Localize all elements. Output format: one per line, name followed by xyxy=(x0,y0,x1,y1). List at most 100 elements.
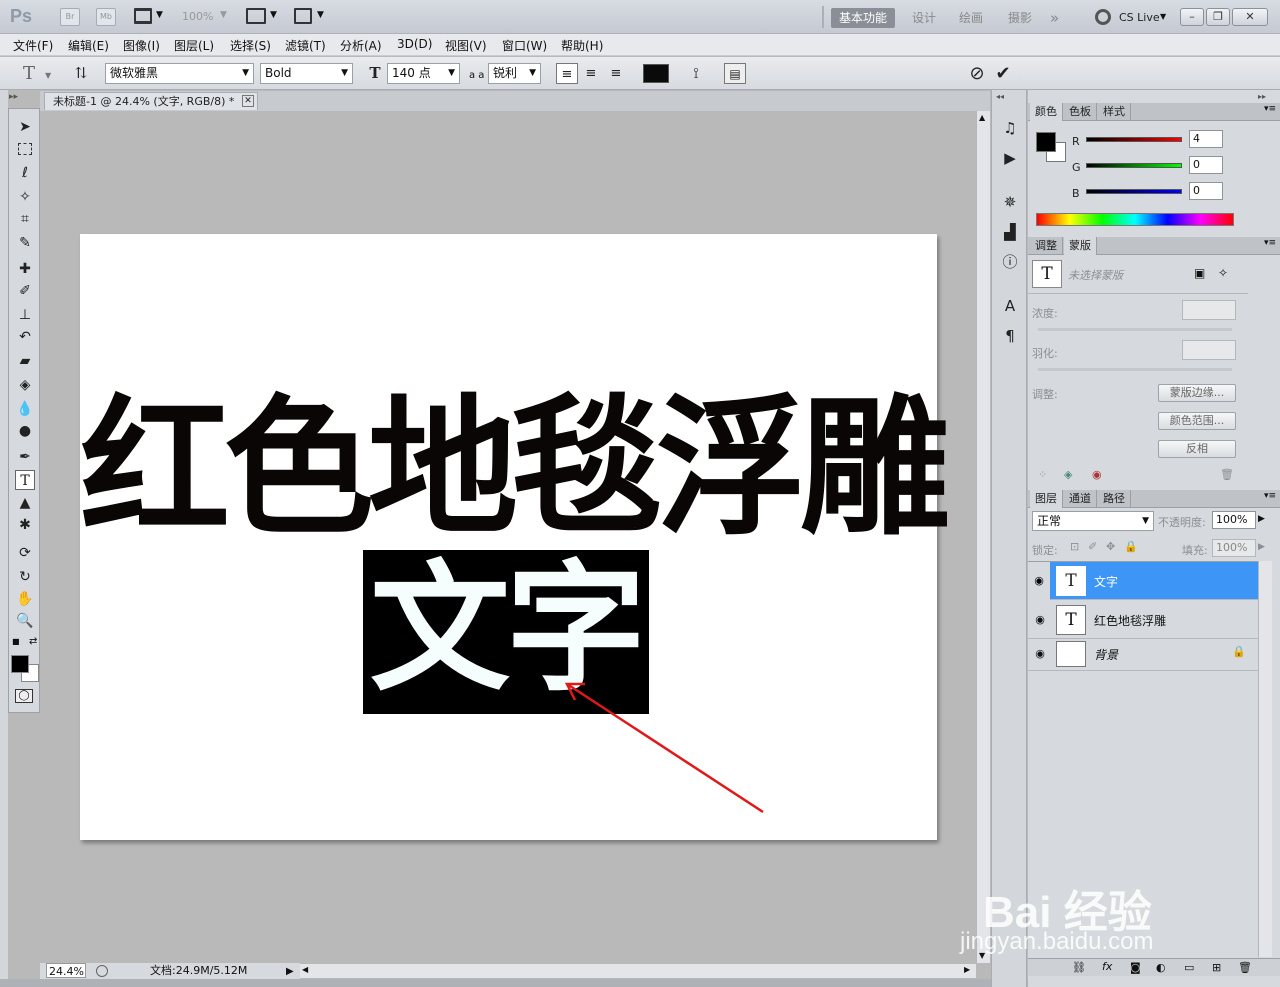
brush-tool-icon[interactable]: ✐ xyxy=(15,281,35,301)
crop-tool-icon[interactable]: ⌗ xyxy=(15,209,35,229)
zoom-level[interactable]: 100% xyxy=(182,10,213,23)
layer-row-background[interactable]: ◉ 背景 🔒 xyxy=(1028,637,1258,671)
character-panel-icon[interactable]: ▤ xyxy=(724,63,746,84)
heading-text-layer[interactable]: 红色地毯浮雕 xyxy=(80,384,950,554)
add-mask-icon[interactable]: ◙ xyxy=(1130,961,1141,974)
mask-edge-button[interactable]: 蒙版边缘... xyxy=(1158,384,1236,402)
delete-mask-icon[interactable]: 🗑 xyxy=(1220,468,1234,481)
pen-tool-icon[interactable]: ✒ xyxy=(15,447,35,467)
tab-channels[interactable]: 通道 xyxy=(1064,490,1097,508)
navigator-panel-icon[interactable]: ✵ xyxy=(1000,192,1020,212)
blue-slider[interactable] xyxy=(1086,189,1182,194)
lock-position-icon[interactable]: ✥ xyxy=(1106,540,1115,553)
layers-scrollbar[interactable] xyxy=(1258,561,1272,957)
pixel-mask-icon[interactable]: ▣ xyxy=(1194,266,1205,280)
workspace-design[interactable]: 设计 xyxy=(912,8,936,28)
menu-3d[interactable]: 3D(D) xyxy=(397,37,432,51)
mini-bridge-button[interactable]: Mb xyxy=(96,8,116,26)
layer-row-text[interactable]: ◉ T 文字 xyxy=(1028,562,1258,600)
menu-select[interactable]: 选择(S) xyxy=(230,37,271,54)
arrange-documents-icon[interactable] xyxy=(246,8,266,24)
scroll-right-icon[interactable]: ▶ xyxy=(964,965,970,974)
fill-slider-icon[interactable]: ▶ xyxy=(1258,542,1265,552)
tab-paths[interactable]: 路径 xyxy=(1098,490,1131,508)
shape-tool-icon[interactable]: ✱ xyxy=(15,515,35,535)
zoom-field[interactable]: 24.4% xyxy=(46,963,86,978)
warp-text-icon[interactable]: ⟟ xyxy=(685,63,707,84)
panel-menu-icon[interactable]: ▾≡ xyxy=(1264,491,1276,501)
lasso-tool-icon[interactable]: ℓ xyxy=(15,163,35,183)
histogram-panel-icon[interactable]: ▟ xyxy=(1000,222,1020,242)
menu-window[interactable]: 窗口(W) xyxy=(502,37,547,54)
scroll-up-icon[interactable]: ▲ xyxy=(979,113,985,122)
lock-pixels-icon[interactable]: ✐ xyxy=(1088,540,1097,553)
tab-adjustments[interactable]: 调整 xyxy=(1030,237,1063,255)
visibility-eye-icon[interactable]: ◉ xyxy=(1028,562,1050,600)
panel-menu-icon[interactable]: ▾≡ xyxy=(1264,238,1276,248)
align-left-icon[interactable]: ≡ xyxy=(556,63,578,84)
workspace-essentials[interactable]: 基本功能 xyxy=(831,8,896,28)
workspace-photography[interactable]: 摄影 xyxy=(1008,8,1032,28)
menu-layer[interactable]: 图层(L) xyxy=(174,37,214,54)
3d-orbit-tool-icon[interactable]: ↻ xyxy=(15,567,35,587)
adjustment-layer-icon[interactable]: ◐ xyxy=(1156,961,1166,974)
red-value-input[interactable]: 4 xyxy=(1189,130,1223,148)
document-tab[interactable]: 未标题-1 @ 24.4% (文字, RGB/8) * ✕ xyxy=(44,92,258,110)
type-tool-icon[interactable]: T xyxy=(15,470,35,490)
vertical-scrollbar[interactable]: ▲ ▼ xyxy=(976,111,990,963)
align-center-icon[interactable]: ≡ xyxy=(580,63,602,84)
commit-icon[interactable]: ✔ xyxy=(992,63,1014,84)
menu-help[interactable]: 帮助(H) xyxy=(561,37,603,54)
layer-row-heading[interactable]: ◉ T 红色地毯浮雕 xyxy=(1028,601,1258,639)
swap-colors-icon[interactable]: ⇄ xyxy=(29,636,37,647)
link-layers-icon[interactable]: ⛓ xyxy=(1072,961,1086,974)
tab-color[interactable]: 颜色 xyxy=(1030,103,1063,121)
info-panel-icon[interactable]: ⓘ xyxy=(1000,252,1020,272)
lock-transparent-icon[interactable]: ⊡ xyxy=(1070,540,1079,553)
panel-menu-icon[interactable]: ▾≡ xyxy=(1264,104,1276,114)
foreground-color-swatch[interactable] xyxy=(11,655,29,673)
new-layer-icon[interactable]: ⊞ xyxy=(1212,961,1221,974)
new-group-icon[interactable]: ▭ xyxy=(1184,961,1194,974)
paint-bucket-tool-icon[interactable]: ◈ xyxy=(15,375,35,395)
close-button[interactable]: ✕ xyxy=(1232,8,1268,26)
tab-styles[interactable]: 样式 xyxy=(1098,103,1131,121)
workspace-painting[interactable]: 绘画 xyxy=(959,8,983,28)
restore-button[interactable]: ❐ xyxy=(1206,8,1230,26)
feather-slider[interactable] xyxy=(1038,368,1232,371)
eraser-tool-icon[interactable]: ▰ xyxy=(15,351,35,371)
document-canvas[interactable]: 红色地毯浮雕 文字 xyxy=(80,234,950,840)
cancel-icon[interactable]: ⊘ xyxy=(966,63,988,84)
menu-file[interactable]: 文件(F) xyxy=(13,37,53,54)
actions-panel-icon[interactable]: ▶ xyxy=(1000,148,1020,168)
move-tool-icon[interactable]: ➤ xyxy=(15,117,35,137)
menu-filter[interactable]: 滤镜(T) xyxy=(285,37,326,54)
quick-select-tool-icon[interactable]: ✧ xyxy=(15,187,35,207)
visibility-eye-icon[interactable]: ◉ xyxy=(1032,647,1048,661)
eyedropper-tool-icon[interactable]: ✎ xyxy=(15,233,35,253)
screen-mode-icon[interactable] xyxy=(294,8,312,24)
type-tool-preset-icon[interactable]: T xyxy=(18,63,40,84)
align-right-icon[interactable]: ≡ xyxy=(605,63,627,84)
minimize-button[interactable]: – xyxy=(1180,8,1204,26)
fill-input[interactable]: 100% xyxy=(1212,539,1256,557)
density-input[interactable] xyxy=(1182,300,1236,320)
3d-rotate-tool-icon[interactable]: ⟳ xyxy=(15,543,35,563)
tab-swatches[interactable]: 色板 xyxy=(1064,103,1097,121)
healing-brush-tool-icon[interactable]: ✚ xyxy=(15,259,35,279)
marquee-tool-icon[interactable] xyxy=(18,143,32,155)
default-colors-icon[interactable]: ■ xyxy=(12,637,20,646)
horizontal-scrollbar[interactable]: ◀ ▶ xyxy=(300,964,976,978)
apply-mask-icon[interactable]: ◈ xyxy=(1064,468,1072,481)
font-family-select[interactable]: 微软雅黑 ▼ xyxy=(105,63,254,84)
blue-value-input[interactable]: 0 xyxy=(1189,182,1223,200)
tab-layers[interactable]: 图层 xyxy=(1030,490,1063,508)
view-extras-icon[interactable] xyxy=(134,8,152,24)
tab-masks[interactable]: 蒙版 xyxy=(1064,237,1097,255)
color-ramp[interactable] xyxy=(1036,213,1234,226)
opacity-slider-icon[interactable]: ▶ xyxy=(1258,514,1265,524)
paragraph-panel-icon[interactable]: ¶ xyxy=(1000,326,1020,346)
history-panel-icon[interactable]: ♫ xyxy=(1000,118,1020,138)
menu-image[interactable]: 图像(I) xyxy=(123,37,160,54)
font-size-select[interactable]: 140 点 ▼ xyxy=(387,63,460,84)
